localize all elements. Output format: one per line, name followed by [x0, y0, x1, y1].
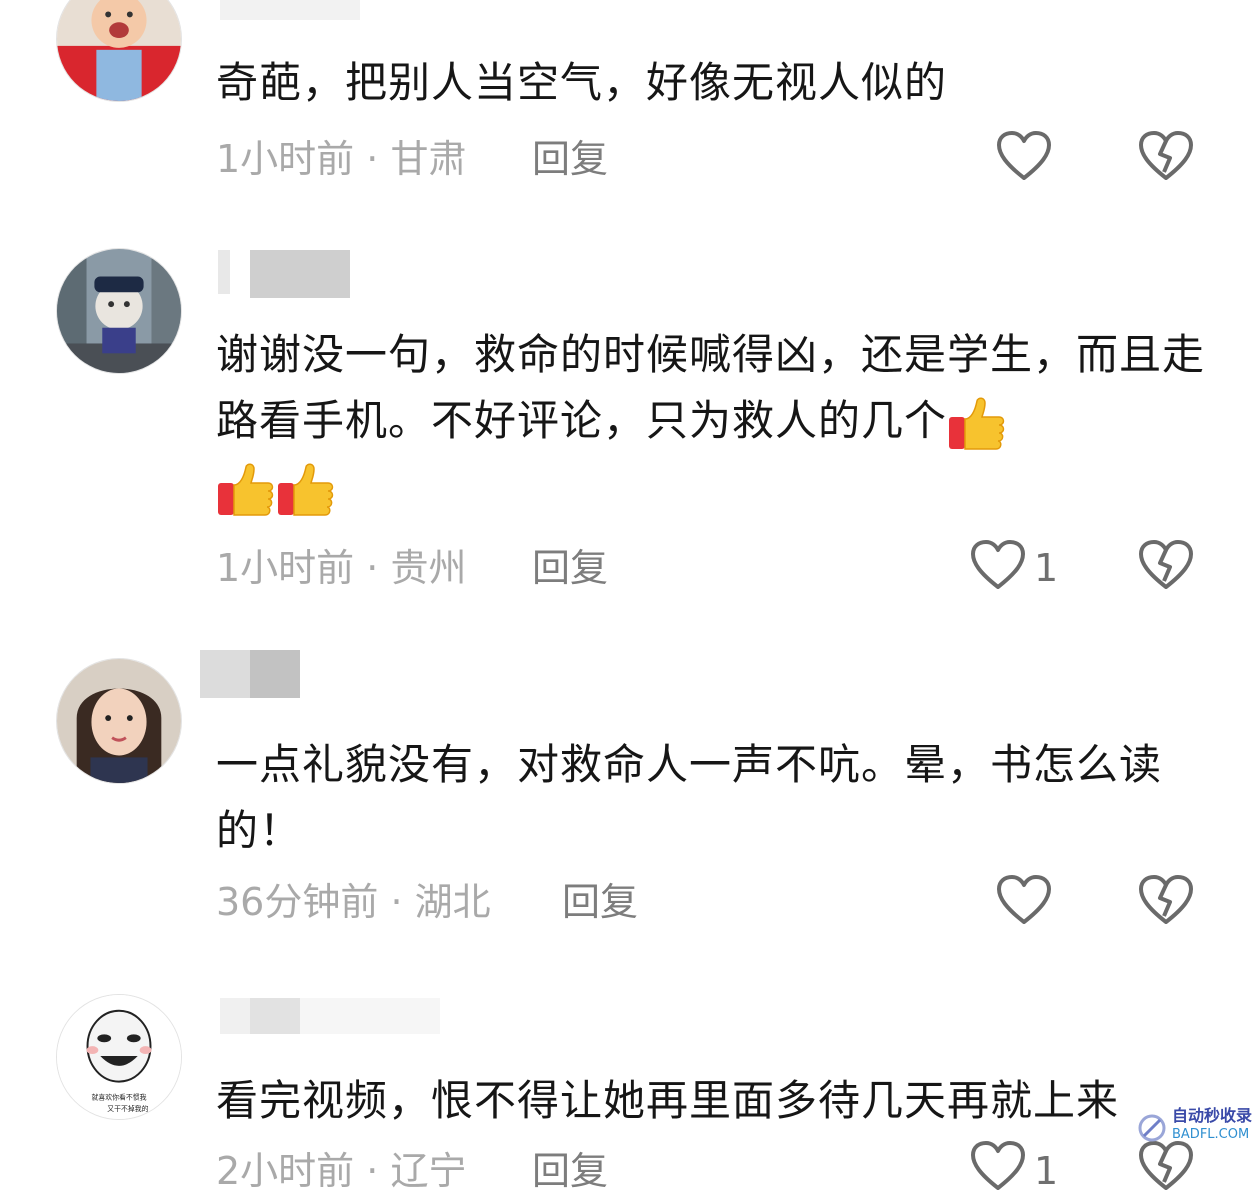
avatar[interactable] — [56, 248, 182, 374]
avatar[interactable] — [56, 658, 182, 784]
reply-button[interactable]: 回复 — [532, 543, 608, 593]
watermark-text: 自动秒收录 — [1172, 1106, 1253, 1125]
comment-time: 2小时前 — [216, 1149, 355, 1193]
broken-heart-icon[interactable] — [1138, 130, 1194, 182]
avatar[interactable]: 就喜欢你看不惯我 又干不掉我的 — [56, 994, 182, 1120]
like-count: 1 — [1034, 546, 1059, 590]
reply-button[interactable]: 回复 — [562, 877, 638, 927]
thumbs-up-emoji — [278, 463, 334, 516]
reply-button[interactable]: 回复 — [532, 134, 608, 184]
comment-location: 贵州 — [390, 546, 467, 590]
heart-outline-icon[interactable] — [970, 1140, 1026, 1192]
reply-button[interactable]: 回复 — [532, 1146, 608, 1196]
broken-heart-icon[interactable] — [1138, 874, 1194, 926]
comment-location: 甘肃 — [390, 137, 467, 181]
like-count: 1 — [1034, 1149, 1059, 1193]
comment-time: 1小时前 — [216, 546, 355, 590]
avatar-caption-line2: 又干不掉我的 — [107, 1104, 148, 1113]
heart-outline-icon[interactable] — [970, 539, 1026, 591]
meta-separator: · — [354, 137, 391, 181]
comment-text-body: 谢谢没一句，救命的时候喊得凶，还是学生，而且走路看手机。不好评论，只为救人的几个 — [216, 330, 1206, 445]
heart-outline-icon[interactable] — [996, 874, 1052, 926]
comment-text: 一点礼貌没有，对救命人一声不吭。晕，书怎么读的！ — [216, 740, 1163, 855]
avatar-caption-line1: 就喜欢你看不惯我 — [91, 1092, 146, 1101]
watermark-domain: BADFL.COM — [1172, 1127, 1250, 1142]
comment-time: 1小时前 — [216, 137, 355, 181]
comment-text: 奇葩，把别人当空气，好像无视人似的 — [216, 58, 948, 107]
comment-time: 36分钟前 — [216, 880, 379, 924]
comment-location: 湖北 — [414, 880, 491, 924]
comment-meta: 1小时前 · 甘肃 — [216, 134, 466, 184]
comment-location: 辽宁 — [390, 1149, 467, 1193]
comment-meta: 36分钟前 · 湖北 — [216, 877, 491, 927]
comment-text: 谢谢没一句，救命的时候喊得凶，还是学生，而且走路看手机。不好评论，只为救人的几个 — [216, 322, 1206, 520]
meta-separator: · — [354, 546, 391, 590]
thumbs-up-emoji — [218, 463, 274, 516]
meta-separator: · — [354, 1149, 391, 1193]
broken-heart-icon[interactable] — [1138, 539, 1194, 591]
comment-meta: 1小时前 · 贵州 — [216, 543, 466, 593]
meta-separator: · — [378, 880, 415, 924]
comment-meta: 2小时前 · 辽宁 — [216, 1146, 466, 1196]
thumbs-up-emoji — [949, 397, 1005, 450]
avatar[interactable] — [56, 0, 182, 102]
heart-outline-icon[interactable] — [996, 130, 1052, 182]
comment-text: 看完视频，恨不得让她再里面多待几天再就上来 — [216, 1076, 1120, 1125]
